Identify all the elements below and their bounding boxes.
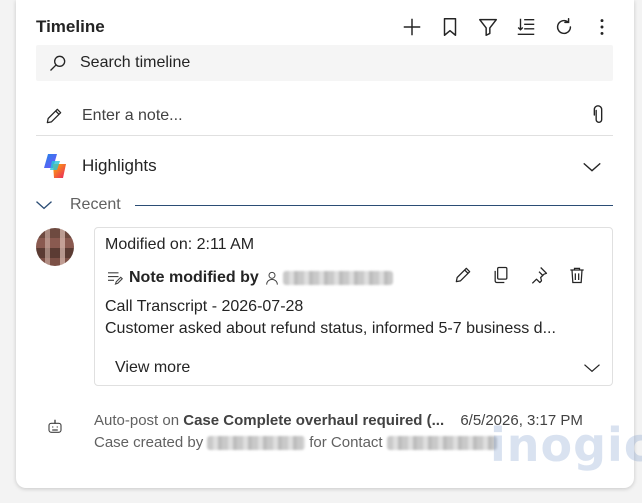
highlights-label: Highlights bbox=[82, 156, 157, 175]
modified-time: Modified on: 2:11 AM bbox=[105, 236, 255, 253]
bot-icon bbox=[48, 419, 62, 433]
more-icon bbox=[600, 19, 604, 35]
filter-button[interactable] bbox=[476, 15, 500, 39]
sort-button[interactable] bbox=[514, 15, 538, 39]
sort-icon bbox=[517, 18, 535, 36]
note-icon bbox=[108, 272, 123, 285]
recent-label: Recent bbox=[70, 196, 121, 213]
case-link[interactable]: Case Complete overhaul required (... bbox=[183, 412, 444, 429]
note-input[interactable] bbox=[80, 105, 564, 126]
redacted-creator-name[interactable] bbox=[207, 435, 306, 450]
more-button[interactable] bbox=[590, 15, 614, 39]
edit-button[interactable] bbox=[452, 264, 474, 286]
chevron-down-icon[interactable] bbox=[34, 195, 54, 215]
search-box bbox=[36, 45, 613, 81]
for-contact-text: for Contact bbox=[309, 434, 383, 451]
refresh-button[interactable] bbox=[552, 15, 576, 39]
avatar[interactable] bbox=[36, 228, 74, 266]
trash-icon bbox=[570, 267, 584, 284]
filter-icon bbox=[479, 18, 497, 36]
bookmark-icon bbox=[443, 18, 457, 36]
search-input[interactable] bbox=[78, 53, 562, 73]
record-actions bbox=[452, 264, 588, 286]
chevron-down-icon[interactable] bbox=[581, 156, 603, 178]
record-title: Note modified by bbox=[105, 266, 393, 290]
timeline-panel: Timeline Search timeline Enter a note...… bbox=[16, 0, 642, 488]
attachment-icon[interactable] bbox=[587, 104, 609, 126]
timeline-record: Modified on: 2:11 AM Note modified by Ca… bbox=[94, 227, 613, 386]
case-created-prefix: Case created by bbox=[94, 434, 204, 451]
copilot-icon bbox=[44, 154, 66, 178]
record-body: Customer asked about refund status, info… bbox=[105, 320, 556, 337]
refresh-icon bbox=[556, 18, 572, 35]
plus-icon bbox=[403, 18, 421, 36]
pin-icon bbox=[531, 267, 548, 284]
copy-icon bbox=[494, 266, 508, 284]
redacted-contact-name[interactable] bbox=[386, 435, 497, 450]
case-created-line: Case created by for Contact bbox=[94, 434, 501, 451]
timeline-header: Timeline bbox=[36, 10, 614, 44]
person-icon bbox=[265, 271, 278, 285]
pin-button[interactable] bbox=[528, 264, 550, 286]
record-subject: Call Transcript - 2026-07-28 bbox=[105, 298, 304, 315]
search-icon bbox=[50, 55, 66, 71]
auto-post-prefix: Auto-post on bbox=[94, 412, 180, 429]
view-more-link[interactable]: View more bbox=[115, 359, 190, 377]
timeline-toolbar bbox=[400, 15, 614, 39]
highlights-section[interactable]: Highlights bbox=[36, 148, 613, 184]
add-button[interactable] bbox=[400, 15, 424, 39]
bookmark-button[interactable] bbox=[438, 15, 462, 39]
recent-divider bbox=[134, 204, 613, 206]
pencil-icon bbox=[46, 108, 62, 123]
watermark-logo: inogic bbox=[490, 418, 642, 472]
delete-button[interactable] bbox=[566, 264, 588, 286]
note-box bbox=[36, 96, 613, 136]
record-title-text: Note modified by bbox=[129, 269, 259, 286]
chevron-down-icon[interactable] bbox=[582, 358, 602, 378]
recent-group[interactable]: Recent bbox=[34, 194, 613, 216]
copy-button[interactable] bbox=[490, 264, 512, 286]
redacted-user-name[interactable] bbox=[282, 271, 393, 285]
timeline-title: Timeline bbox=[36, 17, 105, 36]
pencil-icon bbox=[455, 267, 471, 283]
